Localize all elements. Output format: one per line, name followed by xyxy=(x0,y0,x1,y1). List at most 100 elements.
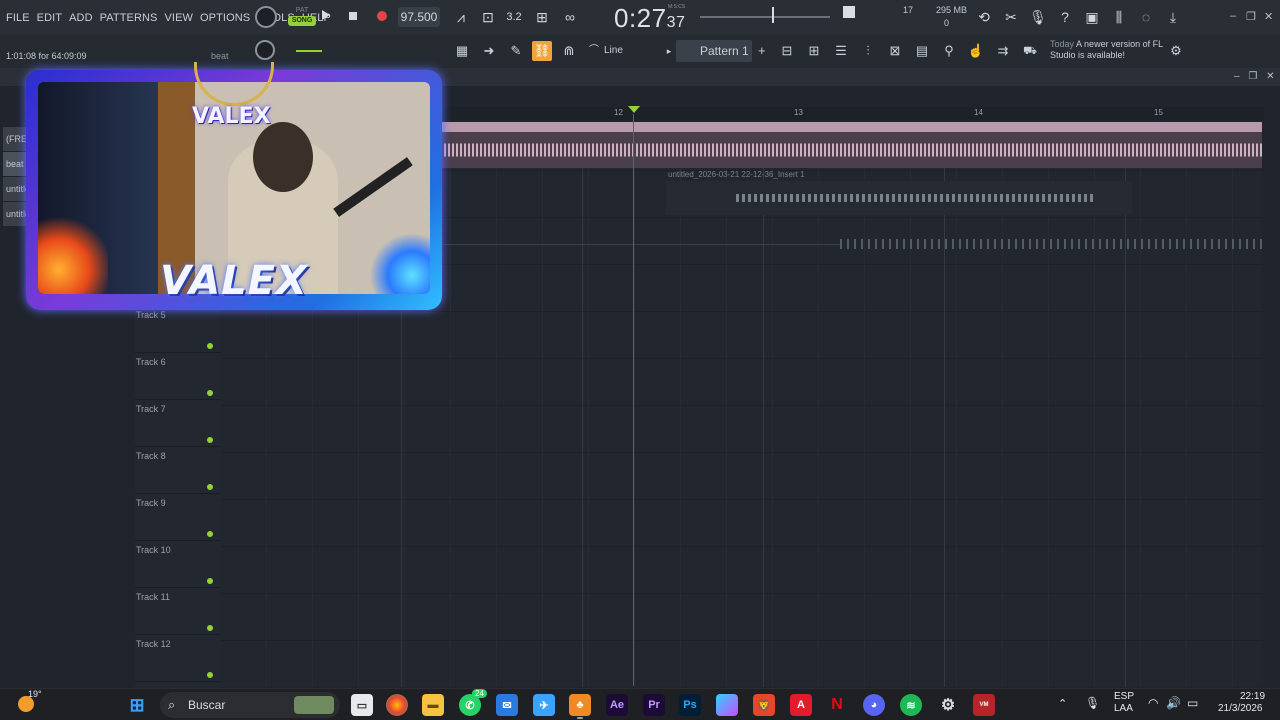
channel-rack-icon[interactable]: ☰ xyxy=(831,41,851,61)
pat-mode-label[interactable]: PAT xyxy=(288,6,316,16)
menu-file[interactable]: FILE xyxy=(6,12,30,24)
voicemeeter-icon[interactable]: VM xyxy=(973,694,995,716)
mixer-icon[interactable]: ⫼ xyxy=(1110,8,1128,26)
lang-bottom[interactable]: LAA xyxy=(1114,703,1133,714)
copilot-icon[interactable] xyxy=(716,694,738,716)
mic-tray-icon[interactable]: 🎙 xyxy=(1085,696,1100,710)
menu-patterns[interactable]: PATTERNS xyxy=(100,12,158,24)
task-view-icon[interactable]: ▭ xyxy=(351,694,373,716)
snap-icon[interactable]: ⌒ xyxy=(584,41,604,61)
countdown-icon[interactable]: 3.2 xyxy=(505,8,523,26)
track-header[interactable]: Track 7 xyxy=(135,400,221,447)
track-mute-led[interactable] xyxy=(207,672,213,678)
track-header[interactable]: Track 6 xyxy=(135,353,221,400)
netflix-icon[interactable]: N xyxy=(826,694,848,716)
song-position-marker[interactable] xyxy=(628,106,640,113)
record-icon[interactable] xyxy=(377,11,387,21)
clock-date[interactable]: 21/3/2026 xyxy=(1218,703,1263,714)
news-panel[interactable]: Today A newer version of FL Studio is av… xyxy=(1050,39,1170,61)
track-mute-led[interactable] xyxy=(207,578,213,584)
taskbar-search[interactable]: ⌕ Buscar xyxy=(160,692,340,718)
playlist-icon[interactable]: ⊟ xyxy=(777,41,797,61)
shop-icon[interactable]: ⛟ xyxy=(1020,41,1040,61)
snap-mode[interactable]: Line xyxy=(604,45,623,56)
save-icon[interactable]: ▣ xyxy=(1083,8,1101,26)
audio-clip-vocal[interactable] xyxy=(666,181,1132,215)
menu-add[interactable]: ADD xyxy=(69,12,93,24)
track-header[interactable]: Track 5 xyxy=(135,306,221,353)
photoshop-icon[interactable]: Ps xyxy=(679,694,701,716)
audio-clip-faint[interactable] xyxy=(840,239,1262,249)
download-icon[interactable]: ⤓ xyxy=(1164,8,1182,26)
premiere-icon[interactable]: Pr xyxy=(643,694,665,716)
song-mode-label[interactable]: SONG xyxy=(288,16,316,26)
chrome-icon[interactable] xyxy=(386,694,408,716)
track-header[interactable]: Track 8 xyxy=(135,447,221,494)
master-volume-knob[interactable] xyxy=(255,6,277,28)
track-header[interactable]: Track 11 xyxy=(135,588,221,635)
tray-overflow-icon[interactable]: ⌃ xyxy=(1058,697,1067,710)
loop-record-icon[interactable]: ∞ xyxy=(561,8,579,26)
play-icon[interactable] xyxy=(322,10,330,20)
track-mute-led[interactable] xyxy=(207,531,213,537)
touch-icon[interactable]: ☝ xyxy=(966,41,986,61)
metronome-icon[interactable]: ⩘ xyxy=(452,8,470,26)
link-icon[interactable]: ⛓ xyxy=(532,41,552,61)
playlist-maximize-icon[interactable]: ❐ xyxy=(1248,71,1257,82)
file-explorer-icon[interactable]: ▬ xyxy=(422,694,444,716)
minimize-icon[interactable]: – xyxy=(1230,10,1236,22)
after-effects-icon[interactable]: Ae xyxy=(606,694,628,716)
brave-icon[interactable]: 🦁 xyxy=(753,694,775,716)
playlist-minimize-icon[interactable]: – xyxy=(1234,71,1240,82)
mail-icon[interactable]: ✉ xyxy=(496,694,518,716)
chat-icon[interactable]: ◌ xyxy=(1137,8,1155,26)
track-mute-led[interactable] xyxy=(207,625,213,631)
app-icon[interactable]: ✈ xyxy=(533,694,555,716)
track-mute-led[interactable] xyxy=(207,437,213,443)
add-pattern-button[interactable]: + xyxy=(758,43,766,58)
magnet-icon[interactable]: ⋒ xyxy=(559,41,579,61)
undo-icon[interactable]: ⟲ xyxy=(975,8,993,26)
mixer-view-icon[interactable]: ⫶ xyxy=(858,41,878,61)
pattern-selector[interactable]: Pattern 1 xyxy=(676,40,752,62)
track-header[interactable]: Track 9 xyxy=(135,494,221,541)
piano-roll-icon[interactable]: ▦ xyxy=(452,41,472,61)
clip-header[interactable] xyxy=(436,122,1262,132)
pat-song-toggle[interactable]: PAT SONG xyxy=(288,6,316,30)
battery-icon[interactable]: ▭ xyxy=(1187,696,1198,710)
plugin-icon[interactable]: ⚲ xyxy=(939,41,959,61)
playlist-close-icon[interactable]: ✕ xyxy=(1266,71,1274,82)
small-knob[interactable] xyxy=(255,40,275,60)
lang-top[interactable]: ESP xyxy=(1114,691,1134,702)
volume-icon[interactable]: 🔊 xyxy=(1166,696,1181,710)
track-mute-led[interactable] xyxy=(207,390,213,396)
stop-icon[interactable] xyxy=(349,12,357,20)
track-mute-led[interactable] xyxy=(207,484,213,490)
menu-edit[interactable]: EDIT xyxy=(37,12,62,24)
paint-icon[interactable]: ✎ xyxy=(506,41,526,61)
acrobat-icon[interactable]: A xyxy=(790,694,812,716)
news-gear-icon[interactable]: ⚙ xyxy=(1166,41,1186,61)
spotify-icon[interactable]: ≋ xyxy=(900,694,922,716)
step-edit-icon[interactable]: ⊞ xyxy=(533,8,551,26)
discord-icon[interactable]: ◕ xyxy=(863,694,885,716)
project-icon[interactable]: ▤ xyxy=(912,41,932,61)
wifi-icon[interactable]: ◠ xyxy=(1148,696,1158,710)
start-icon[interactable]: ⊞ xyxy=(126,694,148,716)
slider-thumb[interactable] xyxy=(772,7,774,23)
help-icon[interactable]: ? xyxy=(1056,8,1074,26)
close-icon[interactable]: ✕ xyxy=(1264,10,1273,23)
track-header[interactable]: Track 10 xyxy=(135,541,221,588)
microphone-icon[interactable]: 🎙 xyxy=(1029,8,1047,26)
settings-icon[interactable]: ⚙ xyxy=(937,694,959,716)
menu-view[interactable]: VIEW xyxy=(164,12,193,24)
audio-clip-beat[interactable] xyxy=(436,122,1262,168)
master-pitch-slider[interactable] xyxy=(700,16,830,18)
plugin-picker-icon[interactable]: ✂ xyxy=(1002,8,1020,26)
arrow-icon[interactable]: ➜ xyxy=(479,41,499,61)
menu-options[interactable]: OPTIONS xyxy=(200,12,250,24)
maximize-icon[interactable]: ❐ xyxy=(1246,10,1256,23)
track-header[interactable]: Track 12 xyxy=(135,635,221,682)
pitch-slider[interactable] xyxy=(296,50,322,52)
clock-time[interactable]: 22:19 xyxy=(1240,691,1265,702)
